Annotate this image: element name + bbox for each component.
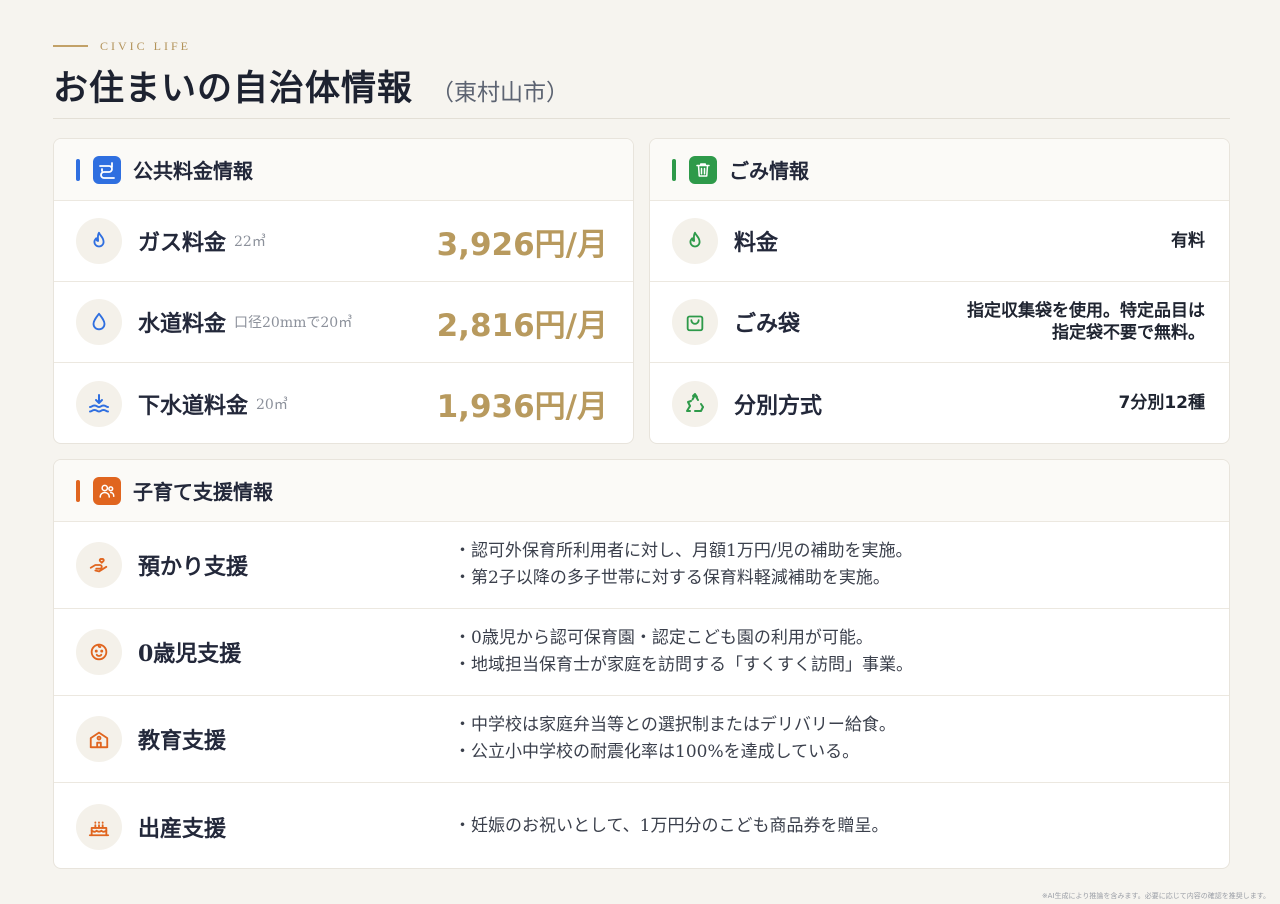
infant-description: ・0歳児から認可保育園・認定こども園の利用が可能。 ・地域担当保育士が家庭を訪問… [454, 625, 913, 679]
page-title: お住まいの自治体情報 [53, 68, 414, 109]
education-description: ・中学校は家庭弁当等との選択制またはデリバリー給食。 ・公立小中学校の耐震化率は… [454, 712, 896, 766]
sewer-row: 下水道料金 20㎥ 1,936円/月 [54, 363, 633, 443]
education-line-1: ・中学校は家庭弁当等との選択制またはデリバリー給食。 [454, 715, 896, 735]
sewer-label: 下水道料金 [138, 392, 249, 419]
infant-line-1: ・0歳児から認可保育園・認定こども園の利用が可能。 [454, 628, 873, 648]
sewer-value: 1,936円/月 [436, 389, 608, 425]
childcare-row-infant: 0歳児支援 ・0歳児から認可保育園・認定こども園の利用が可能。 ・地域担当保育士… [54, 609, 1229, 696]
school-icon [76, 716, 122, 762]
childcare-row-daycare: 預かり支援 ・認可外保育所利用者に対し、月額1万円/児の補助を実施。 ・第2子以… [54, 522, 1229, 609]
daycare-line-2: ・第2子以降の多子世帯に対する保育料軽減補助を実施。 [454, 568, 890, 588]
eyebrow-text: CIVIC LIFE [100, 38, 191, 53]
shopping-bag-icon [672, 299, 718, 345]
family-icon [93, 476, 121, 505]
garbage-sorting-value: 7分別12種 [1118, 393, 1206, 414]
birth-description: ・妊娠のお祝いとして、1万円分のこども商品券を贈呈。 [454, 813, 888, 840]
childcare-title: 子育て支援情報 [133, 480, 273, 504]
garbage-fee-label: 料金 [734, 230, 779, 256]
gas-label: ガス料金 [138, 230, 227, 256]
flame-icon [672, 218, 718, 264]
garbage-sorting-row: 分別方式 7分別12種 [650, 363, 1229, 443]
water-row: 水道料金 口径20mmで20㎥ 2,816円/月 [54, 282, 633, 363]
gas-value: 3,926円/月 [436, 226, 608, 263]
daycare-line-1: ・認可外保育所利用者に対し、月額1万円/児の補助を実施。 [454, 541, 913, 561]
garbage-bag-row: ごみ袋 指定収集袋を使用。特定品目は 指定袋不要で無料。 [650, 282, 1229, 363]
garbage-fee-value: 有料 [1171, 230, 1205, 251]
sewer-note: 20㎥ [256, 396, 288, 413]
page-subtitle: （東村山市） [431, 80, 570, 106]
education-label: 教育支援 [138, 728, 227, 754]
utilities-card-header: 公共料金情報 [54, 139, 633, 201]
water-note: 口径20mmで20㎥ [234, 315, 353, 331]
water-label: 水道料金 [138, 311, 227, 337]
utilities-title: 公共料金情報 [133, 159, 253, 183]
childcare-row-birth: 出産支援 ・妊娠のお祝いとして、1万円分のこども商品券を贈呈。 [54, 783, 1229, 868]
garbage-bag-value-line2: 指定袋不要で無料。 [1052, 323, 1205, 343]
title-row: お住まいの自治体情報 （東村山市） [53, 60, 1230, 110]
birth-line-1: ・妊娠のお祝いとして、1万円分のこども商品券を贈呈。 [454, 816, 889, 836]
childcare-card: 子育て支援情報 預かり支援 ・認可外保育所利用者に対し、月額1万円/児の補助を実… [53, 459, 1230, 869]
garbage-bag-value-line1: 指定収集袋を使用。特定品目は [967, 300, 1205, 321]
garbage-accent-bar [672, 158, 676, 181]
education-line-2: ・公立小中学校の耐震化率は100%を達成している。 [454, 742, 860, 762]
childcare-card-header: 子育て支援情報 [54, 460, 1229, 522]
garbage-card: ごみ情報 料金 有料 ごみ袋 指定収集袋を使用。特定品目は 指定袋不要で無料。 … [649, 138, 1230, 444]
childcare-row-education: 教育支援 ・中学校は家庭弁当等との選択制またはデリバリー給食。 ・公立小中学校の… [54, 696, 1229, 783]
hand-heart-icon [76, 542, 122, 588]
water-value: 2,816円/月 [436, 307, 608, 344]
daycare-label: 預かり支援 [138, 554, 249, 580]
infant-label: 0歳児支援 [138, 641, 242, 667]
footnote: ※AI生成により推論を含みます。必要に応じて内容の確認を推奨します。 [1041, 892, 1270, 900]
baby-icon [76, 629, 122, 675]
garbage-bag-value: 指定収集袋を使用。特定品目は 指定袋不要で無料。 [967, 300, 1205, 344]
garbage-fee-row: 料金 有料 [650, 201, 1229, 282]
gas-note: 22㎥ [234, 234, 266, 250]
infant-line-2: ・地域担当保育士が家庭を訪問する「すくすく訪問」事業。 [454, 655, 913, 675]
childcare-accent-bar [76, 479, 80, 502]
utilities-accent-bar [76, 158, 80, 181]
garbage-title: ごみ情報 [729, 159, 809, 183]
page: CIVIC LIFE お住まいの自治体情報 （東村山市） [53, 34, 1230, 119]
utilities-card: 公共料金情報 ガス料金 22㎥ 3,926円/月 水道料金 口径20mmで20㎥… [53, 138, 634, 444]
cake-icon [76, 803, 122, 850]
title-divider [53, 118, 1230, 119]
water-drop-icon [76, 299, 122, 345]
pipes-icon [93, 155, 121, 184]
garbage-card-header: ごみ情報 [650, 139, 1229, 201]
flame-icon [76, 218, 122, 264]
trash-icon [689, 155, 717, 184]
garbage-bag-label: ごみ袋 [734, 311, 801, 337]
birth-label: 出産支援 [138, 815, 227, 842]
daycare-description: ・認可外保育所利用者に対し、月額1万円/児の補助を実施。 ・第2子以降の多子世帯… [454, 538, 913, 592]
gas-row: ガス料金 22㎥ 3,926円/月 [54, 201, 633, 282]
eyebrow: CIVIC LIFE [53, 34, 1230, 58]
sewer-wave-icon [76, 380, 122, 427]
garbage-sorting-label: 分別方式 [734, 392, 823, 419]
eyebrow-rule [53, 45, 88, 47]
recycle-icon [672, 380, 718, 427]
